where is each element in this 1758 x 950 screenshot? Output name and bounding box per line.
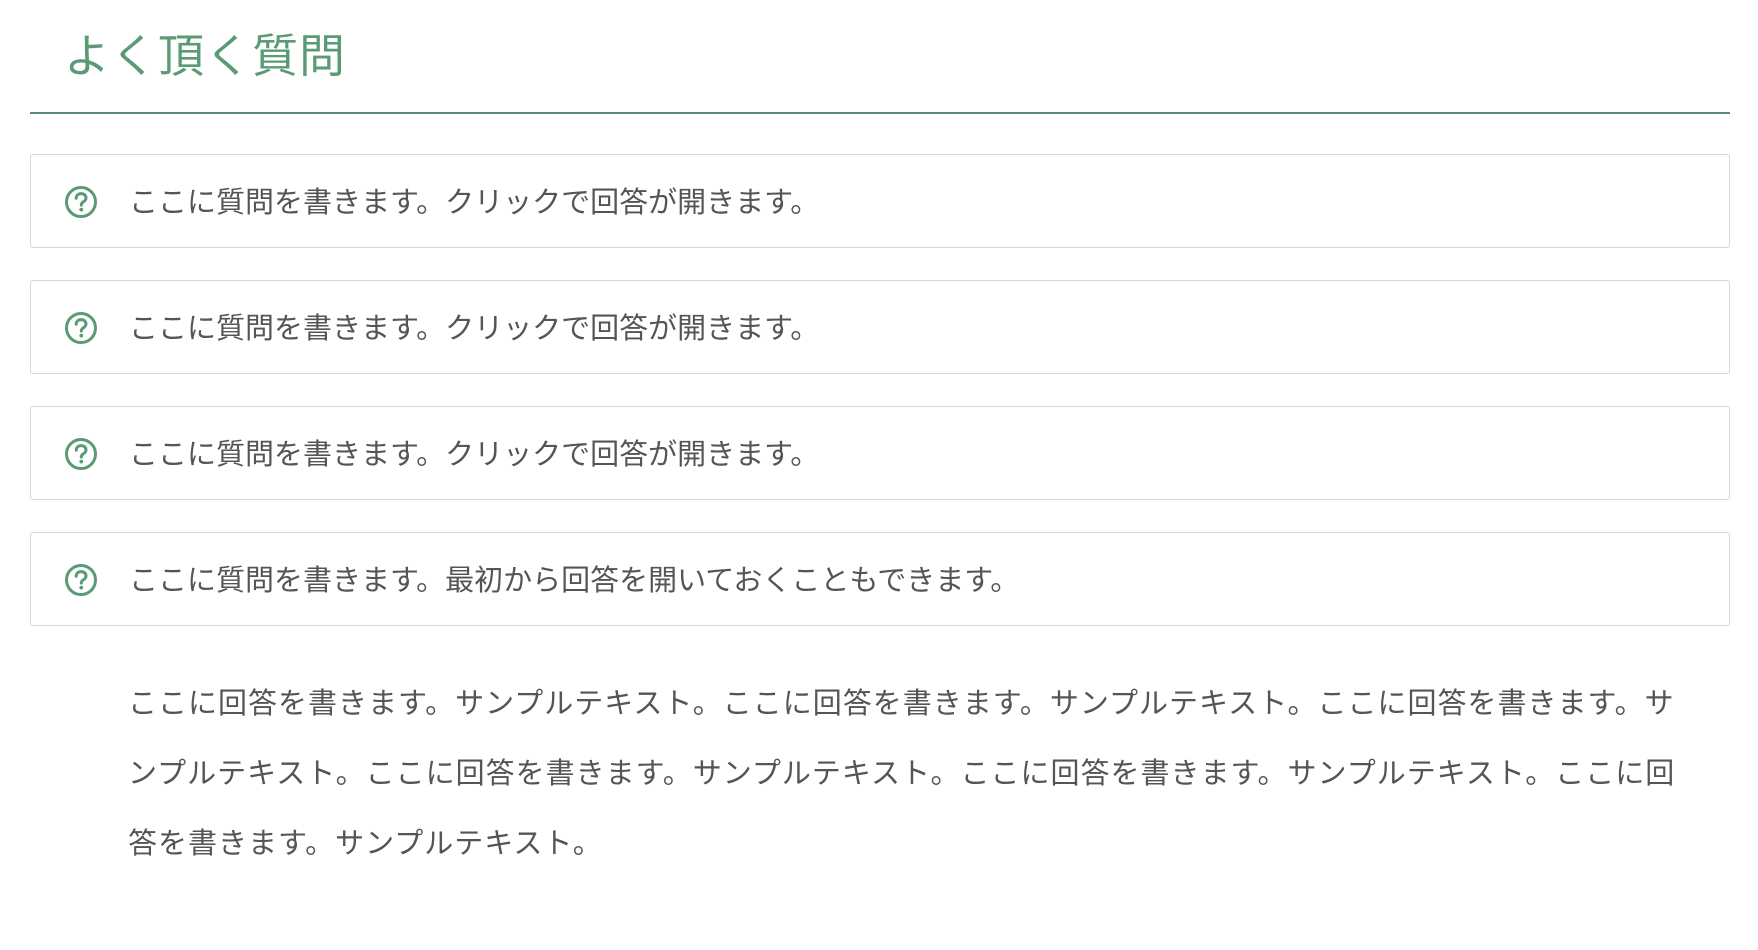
faq-item[interactable]: ここに質問を書きます。クリックで回答が開きます。 <box>30 280 1730 374</box>
question-circle-icon <box>64 185 98 219</box>
faq-answer: ここに回答を書きます。サンプルテキスト。ここに回答を書きます。サンプルテキスト。… <box>128 686 1676 860</box>
faq-question: ここに質問を書きます。クリックで回答が開きます。 <box>129 185 820 219</box>
faq-item[interactable]: ここに質問を書きます。クリックで回答が開きます。 <box>30 406 1730 500</box>
faq-page: よく頂く質問 ここに質問を書きます。クリックで回答が開きます。 ここに質問を書き… <box>0 0 1758 950</box>
faq-question: ここに質問を書きます。最初から回答を開いておくこともできます。 <box>129 563 1020 597</box>
faq-list: ここに質問を書きます。クリックで回答が開きます。 ここに質問を書きます。クリック… <box>30 154 1730 658</box>
question-circle-icon <box>64 437 98 471</box>
question-circle-icon <box>64 563 98 597</box>
faq-question: ここに質問を書きます。クリックで回答が開きます。 <box>129 311 820 345</box>
faq-item[interactable]: ここに質問を書きます。クリックで回答が開きます。 <box>30 154 1730 248</box>
faq-question: ここに質問を書きます。クリックで回答が開きます。 <box>129 437 820 471</box>
page-title: よく頂く質問 <box>64 29 346 83</box>
faq-item-open[interactable]: ここに質問を書きます。最初から回答を開いておくこともできます。 <box>30 532 1730 626</box>
title-block: よく頂く質問 <box>30 0 1730 114</box>
question-circle-icon <box>64 311 98 345</box>
